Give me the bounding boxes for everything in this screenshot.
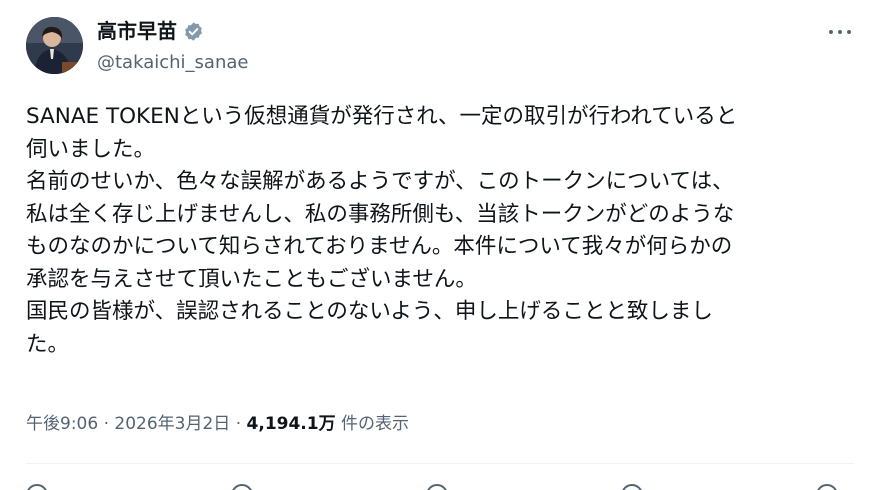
author-handle[interactable]: @takaichi_sanae [97, 52, 248, 74]
views-label: 件の表示 [341, 414, 409, 434]
repost-icon[interactable] [231, 484, 253, 490]
reply-icon[interactable] [26, 484, 48, 490]
post-text-line: 私は全く存じ上げませんし、私の事務所側も、当該トークンがどのような [26, 201, 735, 227]
post-text-line: ものなのかについて知らされておりません。本件について我々が何らかの [26, 234, 733, 259]
more-options-button[interactable] [824, 22, 856, 42]
action-bar [26, 478, 854, 490]
post-text-line: 承認を与えさせて頂いたこともございません。 [26, 266, 477, 292]
post-text-line: SANAE TOKENという仮想通貨が発行され、一定の取引が行われていると [26, 104, 738, 129]
more-horizontal-icon [829, 30, 851, 34]
post-text-line: た。 [26, 331, 70, 357]
post-text-line: 名前のせいか、色々な誤解があるようですが、このトークンについては、 [26, 169, 734, 194]
views-count[interactable]: 4,194.1万 [247, 414, 336, 434]
post-meta: 午後9:06 · 2026年3月2日 · 4,194.1万 件の表示 [26, 412, 409, 436]
avatar-image [26, 17, 83, 74]
post-text: SANAE TOKENという仮想通貨が発行され、一定の取引が行われていると 伺い… [26, 101, 856, 361]
bookmark-icon[interactable] [621, 484, 643, 490]
like-icon[interactable] [426, 484, 448, 490]
post-text-line: 伺いました。 [26, 136, 156, 162]
divider [26, 463, 854, 464]
verified-badge-icon[interactable] [183, 21, 204, 42]
avatar[interactable] [26, 17, 83, 74]
post-time[interactable]: 午後9:06 [26, 414, 98, 434]
post-date[interactable]: 2026年3月2日 [114, 414, 230, 434]
author-name-row: 高市早苗 [97, 19, 204, 43]
share-icon[interactable] [816, 484, 838, 490]
post-card: 高市早苗 @takaichi_sanae SANAE TOKENという仮想通貨が… [0, 0, 878, 490]
meta-separator: · [235, 414, 242, 434]
meta-separator: · [103, 414, 109, 434]
author-display-name[interactable]: 高市早苗 [97, 19, 177, 43]
post-text-line: 国民の皆様が、誤認されることのないよう、申し上げることと致しまし [26, 299, 713, 324]
